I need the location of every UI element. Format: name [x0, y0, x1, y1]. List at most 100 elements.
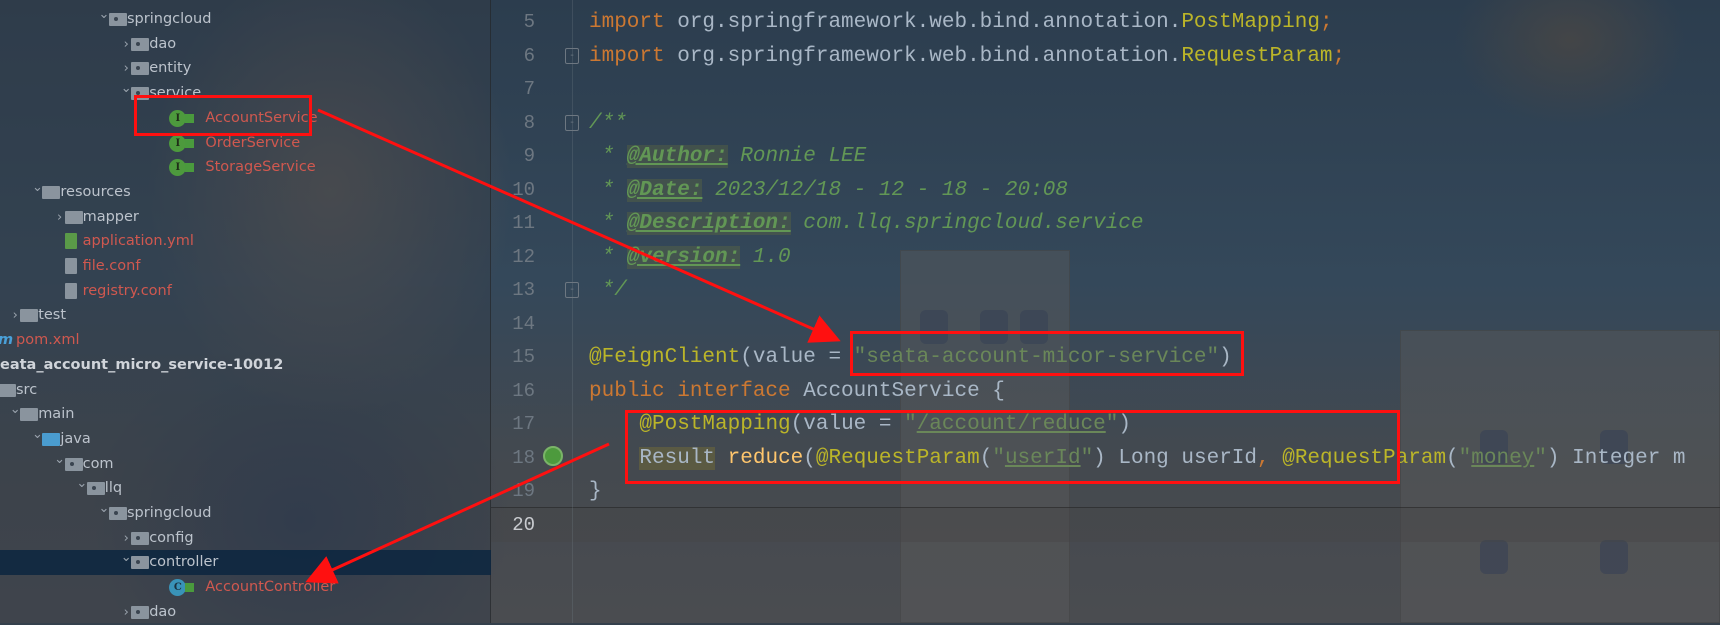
line-number: 12	[512, 245, 535, 268]
tree-item[interactable]: › test	[0, 303, 491, 328]
line-number: 19	[512, 480, 535, 502]
code-token: (value =	[740, 346, 854, 369]
code-line[interactable]: }	[589, 475, 602, 508]
spring-config-icon	[64, 233, 77, 250]
line-number: 16	[512, 379, 535, 402]
interface-icon: I	[169, 159, 187, 177]
tree-item-label: StorageService	[205, 159, 316, 176]
tree-item[interactable]: ⌄ llq	[0, 476, 491, 501]
code-token: PostMapping	[1181, 11, 1320, 34]
annotation-box-reduce-method	[625, 410, 1400, 484]
code-token: public interface	[589, 379, 804, 403]
code-token: 2023/12/18 - 12 - 18 - 20:08	[702, 178, 1068, 202]
public-access-icon	[185, 163, 195, 173]
tree-item[interactable]: › dao	[0, 600, 491, 625]
tree-item-label: registry.conf	[82, 282, 172, 299]
tree-item-label: test	[38, 307, 67, 324]
code-line[interactable]: import org.springframework.web.bind.anno…	[589, 6, 1333, 39]
tree-item[interactable]: eata_account_micro_service-10012	[0, 353, 491, 378]
line-number: 10	[512, 178, 535, 201]
tree-item[interactable]: ⌄ controller	[0, 550, 491, 576]
tree-item-label: file.conf	[82, 258, 141, 274]
tree-item[interactable]: registry.conf	[0, 279, 491, 304]
tree-item[interactable]: ⌄src	[0, 378, 491, 403]
code-token: money	[1471, 446, 1535, 470]
folder-icon	[131, 62, 150, 76]
code-token: "	[1534, 446, 1547, 470]
line-number: 7	[523, 78, 535, 100]
tree-item[interactable]: ⌄ main	[0, 402, 491, 427]
line-number: 18	[512, 446, 535, 469]
tree-item[interactable]: ⌄ com	[0, 452, 491, 477]
code-line[interactable]: import org.springframework.web.bind.anno…	[589, 40, 1345, 73]
tree-item-label: application.yml	[82, 233, 194, 250]
tree-item-label: dao	[149, 35, 177, 52]
folder-icon	[64, 210, 83, 224]
current-line-highlight	[491, 507, 1720, 542]
folder-icon	[86, 482, 105, 496]
code-token: "	[1458, 446, 1472, 470]
tree-item-label: springcloud	[127, 505, 212, 521]
code-token: AccountService {	[803, 379, 1005, 403]
tree-item[interactable]: C AccountController	[0, 575, 491, 600]
code-token: }	[589, 480, 602, 503]
gutter-divider	[572, 0, 573, 623]
folder-icon	[20, 309, 39, 323]
tree-item[interactable]: ⌄ springcloud	[0, 501, 491, 526]
maven-icon: m	[0, 328, 13, 353]
folder-icon	[42, 185, 61, 199]
tree-item-label: pom.xml	[16, 332, 80, 349]
tree-item[interactable]: ⌄ java	[0, 427, 491, 452]
tree-item[interactable]: › config	[0, 526, 491, 551]
file-icon	[64, 282, 77, 299]
fold-collapse-icon[interactable]: -	[565, 115, 579, 131]
fold-end-icon[interactable]: -	[565, 282, 579, 298]
folder-icon	[131, 37, 150, 51]
code-token: *	[589, 145, 627, 168]
folder-icon	[0, 383, 16, 397]
code-token: import	[589, 44, 678, 68]
folder-icon	[20, 408, 39, 422]
code-line[interactable]: * @Date: 2023/12/18 - 12 - 18 - 20:08	[589, 174, 1068, 207]
code-line[interactable]: * @Author: Ronnie LEE	[589, 140, 866, 173]
line-number: 13	[512, 279, 535, 301]
tree-item[interactable]: application.yml	[0, 229, 491, 254]
tree-item-label: controller	[149, 554, 219, 571]
annotation-box-feign-value	[850, 331, 1244, 376]
code-line[interactable]: */	[589, 274, 627, 307]
tree-item[interactable]: file.conf	[0, 254, 491, 279]
fold-end-icon[interactable]: -	[565, 48, 579, 64]
folder-icon	[109, 13, 127, 26]
tree-item[interactable]: › dao	[0, 32, 491, 57]
line-number: 15	[512, 346, 535, 368]
line-number: 17	[512, 413, 535, 435]
code-token: ;	[1332, 44, 1346, 68]
code-line[interactable]: public interface AccountService {	[589, 375, 1005, 408]
code-token: 1.0	[740, 245, 791, 269]
public-access-icon	[185, 138, 195, 148]
code-token: com.llq.springcloud.service	[790, 212, 1144, 235]
code-editor[interactable]: - - - 5 import org.springframework.web.bi…	[491, 0, 1720, 623]
code-line[interactable]: * @Description: com.llq.springcloud.serv…	[589, 207, 1144, 240]
tree-item[interactable]: › entity	[0, 56, 491, 81]
code-token: *	[589, 178, 627, 202]
code-token: @version:	[626, 245, 741, 269]
tree-item[interactable]: mpom.xml	[0, 328, 491, 353]
code-line[interactable]: /**	[589, 107, 627, 140]
tree-item[interactable]: I StorageService	[0, 155, 491, 180]
code-token: /**	[589, 111, 627, 135]
code-token: RequestParam	[1181, 44, 1333, 68]
tree-item[interactable]: ⌄ resources	[0, 180, 491, 205]
code-token: org.springframework.web.bind.annotation.	[677, 11, 1182, 34]
code-token: ) Integer m	[1546, 446, 1686, 470]
feign-implementation-gutter-icon[interactable]	[543, 446, 563, 466]
tree-item[interactable]: ⌄ springcloud	[0, 7, 491, 32]
code-token: org.springframework.web.bind.annotation.	[677, 44, 1182, 68]
code-token: */	[589, 279, 627, 302]
file-icon	[64, 258, 77, 274]
code-line[interactable]: * @version: 1.0	[589, 241, 791, 274]
class-icon: C	[169, 579, 187, 597]
line-number: 14	[512, 312, 535, 335]
line-number: 6	[523, 44, 535, 67]
tree-item[interactable]: › mapper	[0, 205, 491, 230]
